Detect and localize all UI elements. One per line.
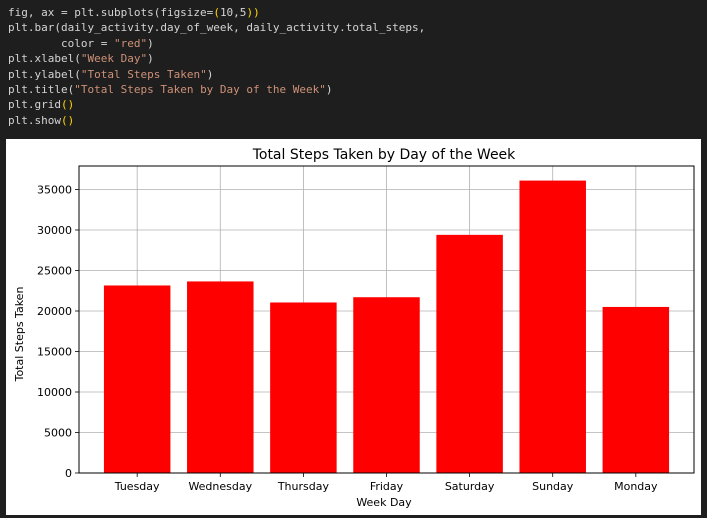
x-tick-label: Tuesday bbox=[114, 480, 160, 493]
bar bbox=[187, 281, 254, 473]
code-token: plt.show bbox=[8, 113, 61, 127]
x-tick-label: Friday bbox=[370, 480, 404, 493]
bar-chart: Total Steps Taken by Day of the Week Tot… bbox=[13, 147, 695, 509]
code-token: color = bbox=[8, 36, 114, 50]
x-tick-label: Wednesday bbox=[188, 480, 252, 493]
code-token: ) bbox=[206, 67, 214, 81]
chart-title: Total Steps Taken by Day of the Week bbox=[252, 147, 516, 163]
bar bbox=[602, 306, 670, 473]
code-token: plt.xlabel( bbox=[8, 52, 81, 66]
y-tick-label: 5000 bbox=[44, 426, 72, 439]
code-token: ( bbox=[213, 6, 220, 19]
code-token: () bbox=[60, 98, 75, 112]
y-axis-label: Total Steps Taken bbox=[13, 287, 26, 383]
code-token: plt.bar(daily_activity.day_of_week, dail… bbox=[8, 21, 426, 35]
code-token: plt.ylabel( bbox=[8, 67, 81, 81]
x-tick-label: Saturday bbox=[445, 480, 495, 493]
code-token: ) bbox=[325, 82, 333, 96]
bar bbox=[103, 285, 171, 473]
code-line: plt.ylabel("Total Steps Taken") bbox=[8, 67, 699, 82]
y-tick-label: 35000 bbox=[37, 183, 72, 196]
code-line: plt.xlabel("Week Day") bbox=[8, 51, 699, 66]
x-tick-label: Sunday bbox=[532, 480, 574, 493]
code-token: fig, ax = plt.subplots(figsize= bbox=[8, 6, 214, 19]
chart-output: Total Steps Taken by Day of the Week Tot… bbox=[6, 139, 701, 515]
code-token: ) bbox=[253, 6, 260, 19]
x-axis-label: Week Day bbox=[356, 496, 412, 509]
code-line: plt.grid() bbox=[8, 97, 699, 112]
y-tick-label: 0 bbox=[65, 467, 72, 480]
code-token: () bbox=[60, 113, 75, 127]
code-line: plt.title("Total Steps Taken by Day of t… bbox=[8, 82, 699, 97]
code-token: "Total Steps Taken by Day of the Week" bbox=[74, 82, 326, 96]
y-tick-label: 20000 bbox=[37, 305, 72, 318]
code-line: plt.show() bbox=[8, 113, 699, 128]
x-tick-label: Thursday bbox=[277, 480, 330, 493]
bar bbox=[436, 234, 503, 473]
code-line: color = "red") bbox=[8, 36, 699, 51]
code-token: "Week Day" bbox=[80, 52, 148, 66]
bar bbox=[519, 180, 586, 473]
code-token: ) bbox=[147, 52, 154, 66]
y-tick-label: 25000 bbox=[37, 264, 72, 277]
code-token: "red" bbox=[113, 36, 148, 50]
bar bbox=[353, 297, 420, 473]
code-line: fig, ax = plt.subplots(figsize=(10,5)) bbox=[8, 5, 699, 20]
code-token: plt.title( bbox=[8, 82, 75, 96]
bar bbox=[270, 302, 337, 473]
code-token: plt.grid bbox=[8, 98, 61, 112]
y-tick-label: 30000 bbox=[37, 224, 72, 237]
code-token: ) bbox=[147, 36, 154, 50]
y-tick-label: 15000 bbox=[37, 345, 72, 358]
code-line: plt.bar(daily_activity.day_of_week, dail… bbox=[8, 20, 699, 35]
y-tick-label: 10000 bbox=[37, 386, 72, 399]
code-cell[interactable]: fig, ax = plt.subplots(figsize=(10,5)) pl… bbox=[0, 0, 707, 133]
code-token: "Total Steps Taken" bbox=[80, 67, 207, 81]
x-tick-label: Monday bbox=[614, 480, 658, 493]
code-token: 10,5 bbox=[219, 6, 247, 19]
